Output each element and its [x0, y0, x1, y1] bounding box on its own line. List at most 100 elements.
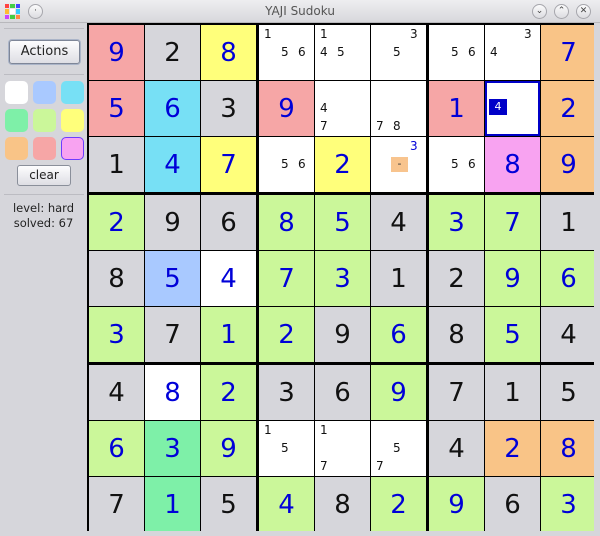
cell-r7c8[interactable]: 1	[485, 365, 540, 420]
cell-r6c2[interactable]: 7	[145, 307, 200, 362]
cell-r5c3[interactable]: 4	[201, 251, 256, 306]
cell-r1c7[interactable]: 56	[429, 25, 484, 80]
cell-r9c3[interactable]: 5	[201, 477, 256, 531]
cell-r2c8[interactable]: 4	[485, 81, 540, 136]
cell-r7c1[interactable]: 4	[89, 365, 144, 420]
cell-r4c2[interactable]: 9	[145, 195, 200, 250]
clear-button[interactable]: clear	[17, 165, 71, 186]
cell-r3c9[interactable]: 9	[541, 137, 594, 192]
cell-r7c4[interactable]: 3	[259, 365, 314, 420]
cell-r6c1[interactable]: 3	[89, 307, 144, 362]
cell-r8c9[interactable]: 8	[541, 421, 594, 476]
cell-r6c4[interactable]: 2	[259, 307, 314, 362]
cell-r1c9[interactable]: 7	[541, 25, 594, 80]
color-swatch-green[interactable]	[5, 109, 28, 132]
cell-r3c1[interactable]: 1	[89, 137, 144, 192]
cell-r8c7[interactable]: 4	[429, 421, 484, 476]
cell-r6c9[interactable]: 4	[541, 307, 594, 362]
solved-label: solved: 67	[13, 216, 74, 230]
cell-r5c1[interactable]: 8	[89, 251, 144, 306]
cell-r7c5[interactable]: 6	[315, 365, 370, 420]
cell-r2c1[interactable]: 5	[89, 81, 144, 136]
cell-r5c8[interactable]: 9	[485, 251, 540, 306]
cell-r9c8[interactable]: 6	[485, 477, 540, 531]
cell-r2c4[interactable]: 9	[259, 81, 314, 136]
cell-r7c3[interactable]: 2	[201, 365, 256, 420]
cell-r1c5[interactable]: 1 45	[315, 25, 370, 80]
cell-r8c4[interactable]: 15	[259, 421, 314, 476]
cell-r8c6[interactable]: 57	[371, 421, 426, 476]
cell-r1c2[interactable]: 2	[145, 25, 200, 80]
cell-r3c6[interactable]: 3-	[371, 137, 426, 192]
cell-value: 9	[278, 93, 295, 124]
cell-r3c4[interactable]: 56	[259, 137, 314, 192]
cell-r8c8[interactable]: 2	[485, 421, 540, 476]
cell-value: 7	[504, 207, 521, 238]
cell-r9c5[interactable]: 8	[315, 477, 370, 531]
cell-r2c5[interactable]: 47	[315, 81, 370, 136]
color-swatch-blue[interactable]	[33, 81, 56, 104]
maximize-button[interactable]: ⌃	[554, 4, 569, 19]
cell-r1c4[interactable]: 156	[259, 25, 314, 80]
cell-r5c6[interactable]: 1	[371, 251, 426, 306]
cell-r8c1[interactable]: 6	[89, 421, 144, 476]
cell-r1c1[interactable]: 9	[89, 25, 144, 80]
cell-r8c5[interactable]: 17	[315, 421, 370, 476]
cell-r2c2[interactable]: 6	[145, 81, 200, 136]
cell-r3c3[interactable]: 7	[201, 137, 256, 192]
cell-r6c6[interactable]: 6	[371, 307, 426, 362]
cell-r2c7[interactable]: 1	[429, 81, 484, 136]
color-swatch-lime[interactable]	[33, 109, 56, 132]
color-swatch-cyan[interactable]	[61, 81, 84, 104]
cell-r1c3[interactable]: 8	[201, 25, 256, 80]
cell-r7c6[interactable]: 9	[371, 365, 426, 420]
cell-r9c1[interactable]: 7	[89, 477, 144, 531]
cell-r7c2[interactable]: 8	[145, 365, 200, 420]
cell-r4c4[interactable]: 8	[259, 195, 314, 250]
cell-r6c5[interactable]: 9	[315, 307, 370, 362]
cell-r5c4[interactable]: 7	[259, 251, 314, 306]
cell-r9c6[interactable]: 2	[371, 477, 426, 531]
cell-r7c7[interactable]: 7	[429, 365, 484, 420]
cell-r6c7[interactable]: 8	[429, 307, 484, 362]
cell-r8c3[interactable]: 9	[201, 421, 256, 476]
cell-r4c9[interactable]: 1	[541, 195, 594, 250]
cell-r5c7[interactable]: 2	[429, 251, 484, 306]
cell-r4c6[interactable]: 4	[371, 195, 426, 250]
cell-r5c5[interactable]: 3	[315, 251, 370, 306]
cell-r2c6[interactable]: 78	[371, 81, 426, 136]
cell-r9c9[interactable]: 3	[541, 477, 594, 531]
color-swatch-orange[interactable]	[5, 137, 28, 160]
color-swatch-yellow[interactable]	[61, 109, 84, 132]
cell-r3c8[interactable]: 8	[485, 137, 540, 192]
cell-r1c6[interactable]: 35	[371, 25, 426, 80]
cell-r4c5[interactable]: 5	[315, 195, 370, 250]
cell-r6c3[interactable]: 1	[201, 307, 256, 362]
cell-value: 7	[108, 489, 125, 520]
cell-r5c9[interactable]: 6	[541, 251, 594, 306]
cell-r4c8[interactable]: 7	[485, 195, 540, 250]
cell-r4c3[interactable]: 6	[201, 195, 256, 250]
cell-r1c8[interactable]: 34	[485, 25, 540, 80]
cell-r4c1[interactable]: 2	[89, 195, 144, 250]
cell-r3c5[interactable]: 2	[315, 137, 370, 192]
close-button[interactable]: ✕	[576, 4, 591, 19]
candidate-mark: 4	[490, 45, 498, 59]
cell-r8c2[interactable]: 3	[145, 421, 200, 476]
actions-button[interactable]: Actions	[9, 40, 80, 64]
color-swatch-red[interactable]	[33, 137, 56, 160]
cell-r3c7[interactable]: 56	[429, 137, 484, 192]
color-swatch-white[interactable]	[5, 81, 28, 104]
cell-r7c9[interactable]: 5	[541, 365, 594, 420]
minimize-button[interactable]: ⌄	[532, 4, 547, 19]
cell-r9c7[interactable]: 9	[429, 477, 484, 531]
cell-r4c7[interactable]: 3	[429, 195, 484, 250]
color-swatch-pink[interactable]	[61, 137, 84, 160]
cell-r3c2[interactable]: 4	[145, 137, 200, 192]
cell-r2c3[interactable]: 3	[201, 81, 256, 136]
cell-r2c9[interactable]: 2	[541, 81, 594, 136]
cell-r9c4[interactable]: 4	[259, 477, 314, 531]
cell-r9c2[interactable]: 1	[145, 477, 200, 531]
cell-r5c2[interactable]: 5	[145, 251, 200, 306]
cell-r6c8[interactable]: 5	[485, 307, 540, 362]
